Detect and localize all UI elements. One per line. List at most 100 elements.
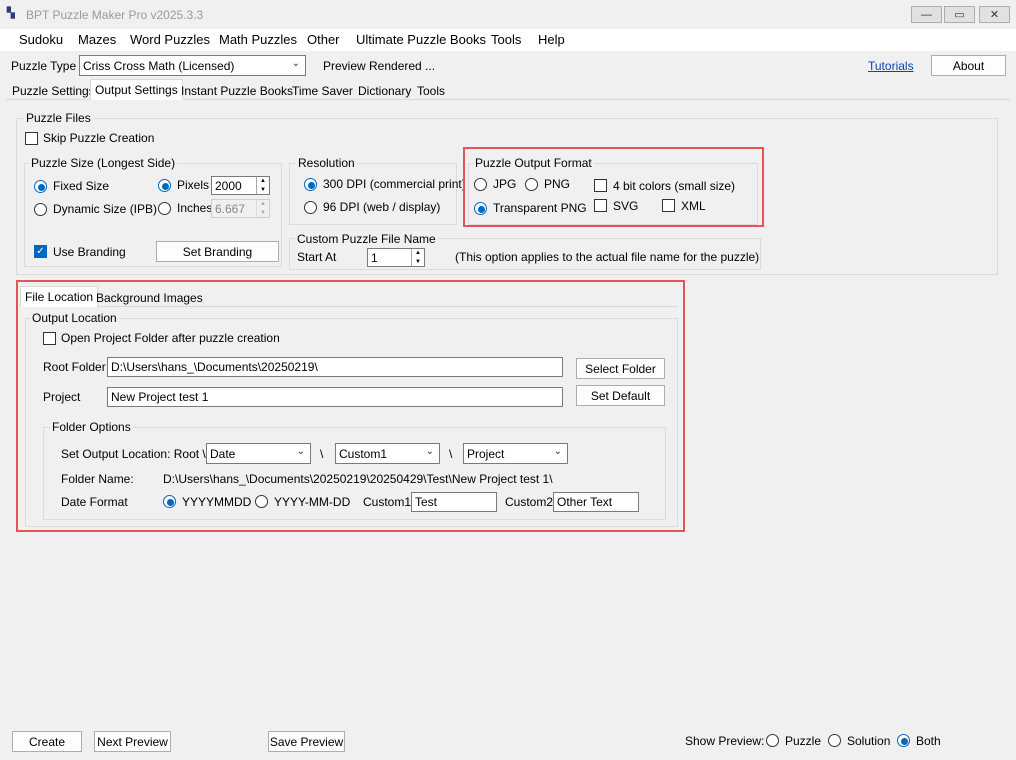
- start-at-label: Start At: [297, 250, 337, 264]
- jpg-radio[interactable]: [474, 178, 487, 191]
- inches-stepper[interactable]: 6.667 ▲ ▼: [211, 199, 270, 218]
- set-default-button[interactable]: Set Default: [576, 385, 665, 406]
- output-format-title: Puzzle Output Format: [473, 156, 594, 170]
- root-folder-input[interactable]: D:\Users\hans_\Documents\20250219\: [107, 357, 563, 377]
- about-button[interactable]: About: [931, 55, 1006, 76]
- set-output-location-label: Set Output Location: Root \: [61, 447, 206, 461]
- puzzle-type-value: Criss Cross Math (Licensed): [83, 58, 235, 73]
- preview-solution-radio[interactable]: [828, 734, 841, 747]
- output-part3-select[interactable]: Project ⌄: [463, 443, 568, 464]
- preview-both-label: Both: [916, 734, 941, 748]
- dynamic-size-radio[interactable]: [34, 203, 47, 216]
- jpg-label: JPG: [493, 177, 517, 191]
- output-part2-value: Custom1: [339, 446, 388, 461]
- skip-creation-checkbox[interactable]: [25, 132, 38, 145]
- root-folder-label: Root Folder: [43, 360, 106, 374]
- open-folder-checkbox[interactable]: [43, 332, 56, 345]
- preview-puzzle-radio[interactable]: [766, 734, 779, 747]
- show-preview-label: Show Preview:: [685, 734, 765, 748]
- minimize-button[interactable]: —: [911, 6, 942, 23]
- chevron-down-icon: ⌄: [296, 446, 305, 457]
- menu-tools[interactable]: Tools: [491, 32, 521, 47]
- inches-label: Inches: [177, 201, 213, 215]
- menu-help[interactable]: Help: [538, 32, 565, 47]
- custom1-label: Custom1:: [363, 495, 415, 509]
- inches-spin-buttons[interactable]: ▲ ▼: [256, 200, 269, 217]
- next-preview-button[interactable]: Next Preview: [94, 731, 171, 752]
- yyyymmdd-radio[interactable]: [163, 495, 176, 508]
- tab-output-settings[interactable]: Output Settings: [90, 79, 183, 100]
- png-label: PNG: [544, 177, 571, 191]
- yyyy-mm-dd-label: YYYY-MM-DD: [274, 495, 351, 509]
- menu-word-puzzles[interactable]: Word Puzzles: [130, 32, 210, 47]
- yyyy-mm-dd-radio[interactable]: [255, 495, 268, 508]
- pixels-label: Pixels: [177, 178, 210, 192]
- dpi96-label: 96 DPI (web / display): [323, 200, 441, 214]
- output-part1-select[interactable]: Date ⌄: [206, 443, 311, 464]
- dynamic-size-label: Dynamic Size (IPB): [53, 202, 158, 216]
- svg-checkbox[interactable]: [594, 199, 607, 212]
- puzzle-files-title: Puzzle Files: [24, 111, 93, 125]
- path-separator-2: \: [449, 447, 453, 461]
- close-button[interactable]: ✕: [979, 6, 1010, 23]
- inches-value: 6.667: [215, 201, 246, 216]
- menu-ultimate-puzzle-books[interactable]: Ultimate Puzzle Books: [356, 32, 486, 47]
- tab-background-images[interactable]: Background Images: [92, 288, 207, 307]
- puzzle-size-title: Puzzle Size (Longest Side): [29, 156, 178, 170]
- menu-mazes[interactable]: Mazes: [78, 32, 116, 47]
- start-at-value: 1: [371, 250, 378, 265]
- inches-radio[interactable]: [158, 202, 171, 215]
- menu-other[interactable]: Other: [307, 32, 340, 47]
- dpi96-radio[interactable]: [304, 201, 317, 214]
- resolution-title: Resolution: [296, 156, 357, 170]
- start-at-stepper[interactable]: 1 ▲ ▼: [367, 248, 425, 267]
- date-format-label: Date Format: [61, 495, 128, 509]
- create-button[interactable]: Create: [12, 731, 82, 752]
- save-preview-button[interactable]: Save Preview: [268, 731, 345, 752]
- maximize-button[interactable]: ▭: [944, 6, 975, 23]
- puzzle-type-label: Puzzle Type: [11, 59, 77, 73]
- tab-time-saver[interactable]: Time Saver: [288, 81, 357, 100]
- four-bit-checkbox[interactable]: [594, 179, 607, 192]
- tab-tools[interactable]: Tools: [413, 81, 449, 100]
- tab-instant-puzzle-books[interactable]: Instant Puzzle Books: [177, 81, 297, 100]
- preview-status: Preview Rendered ...: [323, 59, 436, 73]
- window-title: BPT Puzzle Maker Pro v2025.3.3: [26, 8, 204, 22]
- menu-math-puzzles[interactable]: Math Puzzles: [219, 32, 297, 47]
- start-at-spin-buttons[interactable]: ▲ ▼: [411, 249, 424, 266]
- custom2-input[interactable]: Other Text: [553, 492, 639, 512]
- fixed-size-radio[interactable]: [34, 180, 47, 193]
- chevron-down-icon: ⌄: [291, 58, 300, 69]
- pixels-radio[interactable]: [158, 179, 171, 192]
- custom-name-note: (This option applies to the actual file …: [455, 250, 760, 264]
- preview-puzzle-label: Puzzle: [785, 734, 822, 748]
- menu-sudoku[interactable]: Sudoku: [19, 32, 63, 47]
- preview-solution-label: Solution: [847, 734, 891, 748]
- output-part2-select[interactable]: Custom1 ⌄: [335, 443, 440, 464]
- puzzle-type-select[interactable]: Criss Cross Math (Licensed) ⌄: [79, 55, 306, 76]
- select-folder-button[interactable]: Select Folder: [576, 358, 665, 379]
- custom1-input[interactable]: Test: [411, 492, 497, 512]
- png-radio[interactable]: [525, 178, 538, 191]
- folder-options-title: Folder Options: [50, 420, 133, 434]
- pixels-stepper[interactable]: 2000 ▲ ▼: [211, 176, 270, 195]
- transparent-png-radio[interactable]: [474, 202, 487, 215]
- set-branding-button[interactable]: Set Branding: [156, 241, 279, 262]
- tab-file-location[interactable]: File Location: [20, 286, 99, 307]
- project-input[interactable]: New Project test 1: [107, 387, 563, 407]
- resolution-group: [289, 163, 457, 225]
- project-label: Project: [43, 390, 81, 404]
- tab-dictionary[interactable]: Dictionary: [354, 81, 415, 100]
- dpi300-radio[interactable]: [304, 178, 317, 191]
- custom-file-name-title: Custom Puzzle File Name: [295, 232, 438, 246]
- use-branding-label: Use Branding: [53, 245, 126, 259]
- dpi300-label: 300 DPI (commercial print): [323, 177, 466, 191]
- xml-checkbox[interactable]: [662, 199, 675, 212]
- tab-puzzle-settings[interactable]: Puzzle Settings: [8, 81, 99, 100]
- tutorials-link[interactable]: Tutorials: [868, 59, 914, 73]
- preview-both-radio[interactable]: [897, 734, 910, 747]
- use-branding-checkbox[interactable]: ✓: [34, 245, 47, 258]
- folder-name-label: Folder Name:: [61, 472, 134, 486]
- svg-label: SVG: [613, 199, 639, 213]
- pixels-spin-buttons[interactable]: ▲ ▼: [256, 177, 269, 194]
